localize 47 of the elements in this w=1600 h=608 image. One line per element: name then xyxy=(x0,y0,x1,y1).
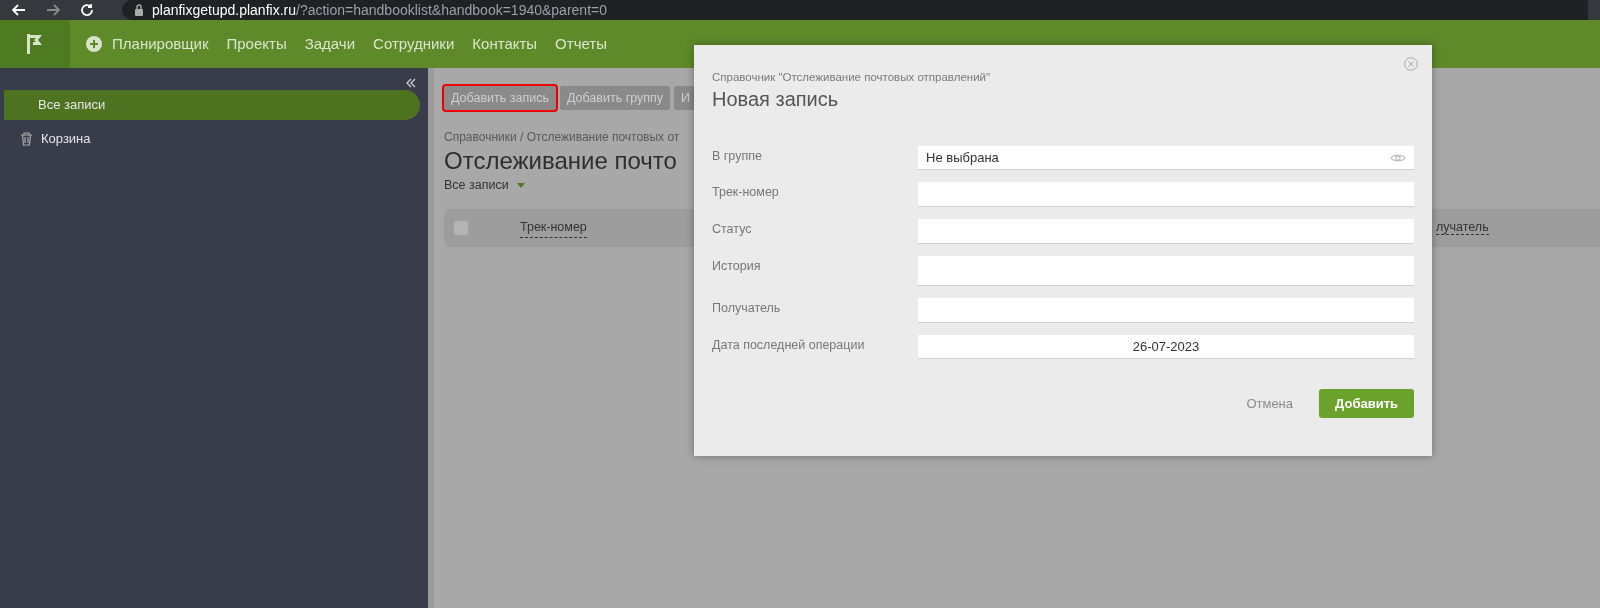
field-label: История xyxy=(712,258,762,276)
trash-icon xyxy=(20,132,33,146)
toolbar-button[interactable]: Добавить запись xyxy=(444,86,556,110)
logo-area[interactable] xyxy=(0,20,70,68)
page-title: Отслеживание почто xyxy=(444,146,677,176)
select-value: Не выбрана xyxy=(926,149,999,167)
caret-down-icon xyxy=(516,182,525,188)
input-field[interactable] xyxy=(918,219,1414,245)
nav-link[interactable]: Отчеты xyxy=(555,32,607,56)
cancel-button[interactable]: Отмена xyxy=(1246,394,1294,414)
back-arrow-icon[interactable] xyxy=(12,4,26,16)
column-header[interactable]: Трек-номер xyxy=(520,217,587,238)
filter-dropdown[interactable]: Все записи xyxy=(444,176,509,195)
close-icon[interactable] xyxy=(1404,57,1418,71)
toolbar-button[interactable]: Добавить группу xyxy=(559,86,671,110)
group-select[interactable]: Не выбрана xyxy=(918,146,1414,171)
url-host: planfixgetupd.planfix.ru xyxy=(152,1,296,18)
sidebar-item[interactable]: Все записи xyxy=(4,90,420,120)
field-label: Статус xyxy=(712,221,753,239)
field-label: Трек-номер xyxy=(712,184,780,202)
forward-arrow-icon[interactable] xyxy=(46,4,60,16)
field-label: Получатель xyxy=(712,300,782,318)
url-path: /?action=handbooklist&handbook=1940&parent=0 xyxy=(296,1,607,18)
nav-link[interactable]: Задачи xyxy=(304,32,356,56)
date-field[interactable]: 26-07-2023 xyxy=(918,335,1414,360)
input-field[interactable] xyxy=(918,298,1414,324)
sidebar-item[interactable]: Корзина xyxy=(0,124,428,154)
reload-icon[interactable] xyxy=(80,3,94,17)
column-header[interactable]: лучатель xyxy=(1436,218,1600,238)
submit-button[interactable]: Добавить xyxy=(1319,389,1414,419)
plus-circle-icon[interactable] xyxy=(86,36,102,52)
nav-link[interactable]: Проекты xyxy=(226,32,287,56)
nav-link[interactable]: Планировщик xyxy=(112,32,209,56)
field-label: Дата последней операции xyxy=(712,337,866,355)
field-label: В группе xyxy=(712,148,763,166)
input-field[interactable] xyxy=(918,182,1414,208)
collapse-chevrons-icon[interactable] xyxy=(406,78,416,88)
flag-logo-icon[interactable] xyxy=(25,33,45,55)
breadcrumb: Справочники / Отслеживание почтовых от xyxy=(444,129,680,146)
nav-link[interactable]: Контакты xyxy=(472,32,538,56)
eye-icon[interactable] xyxy=(1390,152,1406,163)
nav-link[interactable]: Сотрудники xyxy=(373,32,455,56)
lock-icon xyxy=(134,4,144,16)
url-field[interactable]: planfixgetupd.planfix.ru/?action=handbooklist&handbook=1940&parent=0 xyxy=(122,0,1588,20)
modal-title: Новая запись xyxy=(712,87,840,113)
history-field[interactable] xyxy=(918,256,1414,287)
modal-subtitle: Справочник "Отслеживание почтовых отправлений" xyxy=(712,70,992,85)
